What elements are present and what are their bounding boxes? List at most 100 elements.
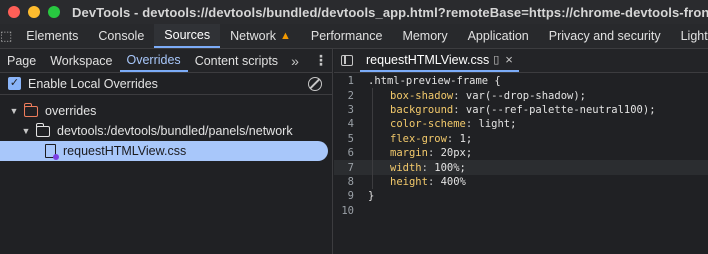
code-editor[interactable]: 1 .html-preview-frame { 2 box-shadow: va… xyxy=(334,73,708,218)
close-icon[interactable]: × xyxy=(505,52,513,67)
navigator-tab-bar: Page Workspace Overrides Content scripts… xyxy=(0,49,332,73)
tab-overrides[interactable]: Overrides xyxy=(119,49,188,72)
tab-label: Console xyxy=(98,29,145,43)
css-closing-brace: } xyxy=(368,190,375,203)
sidebar-toggle-icon xyxy=(341,55,353,66)
tab-console[interactable]: Console xyxy=(88,24,154,48)
line-number: 2 xyxy=(347,89,354,102)
tab-application[interactable]: Application xyxy=(458,24,539,48)
tab-memory[interactable]: Memory xyxy=(392,24,457,48)
zoom-window-button[interactable] xyxy=(48,6,60,18)
css-property: box-shadow xyxy=(390,89,454,102)
more-tabs-chevron-icon[interactable]: » xyxy=(285,49,305,72)
colon: : xyxy=(427,147,441,160)
editor-tab-bar: requestHTMLView.css ▯ × xyxy=(334,49,708,73)
indent-guide xyxy=(372,117,373,132)
line-number: 1 xyxy=(347,75,354,88)
tab-network[interactable]: Network ▲ xyxy=(220,24,301,48)
tab-content-scripts[interactable]: Content scripts xyxy=(188,49,285,72)
chevron-down-icon: ▼ xyxy=(9,106,19,116)
code-line: 2 box-shadow: var(--drop-shadow); xyxy=(334,88,708,103)
tab-label: Elements xyxy=(26,29,79,43)
toggle-navigator-button[interactable] xyxy=(334,49,360,72)
line-number: 7 xyxy=(347,161,354,174)
code-line-current: 7 width: 100%; xyxy=(334,160,708,175)
indent-guide xyxy=(372,131,373,146)
tab-label: Memory xyxy=(402,29,448,43)
indent-guide xyxy=(372,160,373,175)
inspect-element-icon: ⬚ xyxy=(0,28,13,43)
tab-sources[interactable]: Sources xyxy=(154,24,221,48)
warning-triangle-icon: ▲ xyxy=(279,30,291,42)
more-options-kebab-icon[interactable]: ⋮ xyxy=(305,49,337,72)
indent-guide xyxy=(372,174,373,190)
indent-guide xyxy=(372,102,373,118)
enable-local-overrides-checkbox[interactable]: ✓ xyxy=(8,77,21,90)
line-number: 5 xyxy=(347,132,354,145)
main-tab-bar: ⬚ Elements Console Sources Network ▲ Per… xyxy=(0,24,708,49)
line-number: 6 xyxy=(347,147,354,160)
tab-workspace[interactable]: Workspace xyxy=(43,49,119,72)
code-line: 8 height: 400% xyxy=(334,174,708,190)
tab-label: Network xyxy=(230,29,276,43)
colon: : xyxy=(421,161,435,174)
tab-privacy-and-security[interactable]: Privacy and security xyxy=(539,24,671,48)
window-title: DevTools - devtools://devtools/bundled/d… xyxy=(72,4,708,20)
tree-item-request-html-view-css[interactable]: requestHTMLView.css xyxy=(0,141,328,161)
window-titlebar: DevTools - devtools://devtools/bundled/d… xyxy=(0,0,708,24)
tab-page[interactable]: Page xyxy=(0,49,43,72)
editor-tab-label: requestHTMLView.css xyxy=(366,52,490,67)
css-value: 100%; xyxy=(434,161,466,174)
folder-icon xyxy=(23,102,38,117)
tab-performance[interactable]: Performance xyxy=(301,24,393,48)
code-line: 6 margin: 20px; xyxy=(334,145,708,161)
enable-local-overrides-row: ✓ Enable Local Overrides xyxy=(0,73,332,95)
editor-tab-request-html-view-css[interactable]: requestHTMLView.css ▯ × xyxy=(360,49,519,72)
css-property: width xyxy=(390,161,422,174)
enable-local-overrides-label: Enable Local Overrides xyxy=(28,76,158,91)
tree-item-label: overrides xyxy=(45,104,97,118)
code-line: 3 background: var(--ref-palette-neutral1… xyxy=(334,102,708,118)
css-property: color-scheme xyxy=(390,118,466,131)
inspect-element-button[interactable]: ⬚ xyxy=(0,24,12,48)
css-property: background xyxy=(390,103,454,116)
code-line: 10 xyxy=(334,204,708,218)
override-dot-icon xyxy=(53,154,59,160)
tab-label: Performance xyxy=(310,29,383,43)
colon: : xyxy=(453,103,466,116)
close-window-button[interactable] xyxy=(8,6,20,18)
tab-label: Overrides xyxy=(126,52,181,67)
tab-label: Page xyxy=(7,53,37,68)
code-line: 5 flex-grow: 1; xyxy=(334,131,708,146)
tree-item-network-folder[interactable]: ▼ devtools:/devtools/bundled/panels/netw… xyxy=(0,121,332,141)
folder-icon xyxy=(35,122,50,137)
css-value: 1; xyxy=(459,132,473,145)
clear-overrides-icon[interactable] xyxy=(308,76,322,91)
css-value: var(--drop-shadow); xyxy=(465,89,586,102)
css-selector: .html-preview-frame { xyxy=(368,75,501,88)
code-line: 9 } xyxy=(334,189,708,203)
minimize-window-button[interactable] xyxy=(28,6,40,18)
line-number: 3 xyxy=(347,103,354,116)
tab-lighthouse[interactable]: Lighthouse xyxy=(671,24,708,48)
css-value: 20px; xyxy=(440,147,473,160)
colon: : xyxy=(427,175,441,188)
line-number: 8 xyxy=(347,175,354,188)
file-icon xyxy=(45,144,59,160)
tab-label: Application xyxy=(467,29,529,43)
colon: : xyxy=(446,132,460,145)
css-value: 400% xyxy=(440,175,466,188)
css-property: height xyxy=(390,175,428,188)
tree-item-overrides[interactable]: ▼ overrides xyxy=(0,101,332,121)
colon: : xyxy=(453,89,466,102)
tab-label: Sources xyxy=(164,28,211,42)
indent-guide xyxy=(372,145,373,161)
line-number: 10 xyxy=(341,204,354,217)
tab-label: Content scripts xyxy=(194,53,279,68)
tab-elements[interactable]: Elements xyxy=(16,24,88,48)
file-tree: ▼ overrides ▼ devtools:/devtools/bundled… xyxy=(0,95,332,161)
tab-label: Workspace xyxy=(50,53,113,68)
chevron-down-icon: ▼ xyxy=(21,126,31,136)
css-property: flex-grow xyxy=(390,132,447,145)
tree-item-label: requestHTMLView.css xyxy=(63,144,187,158)
